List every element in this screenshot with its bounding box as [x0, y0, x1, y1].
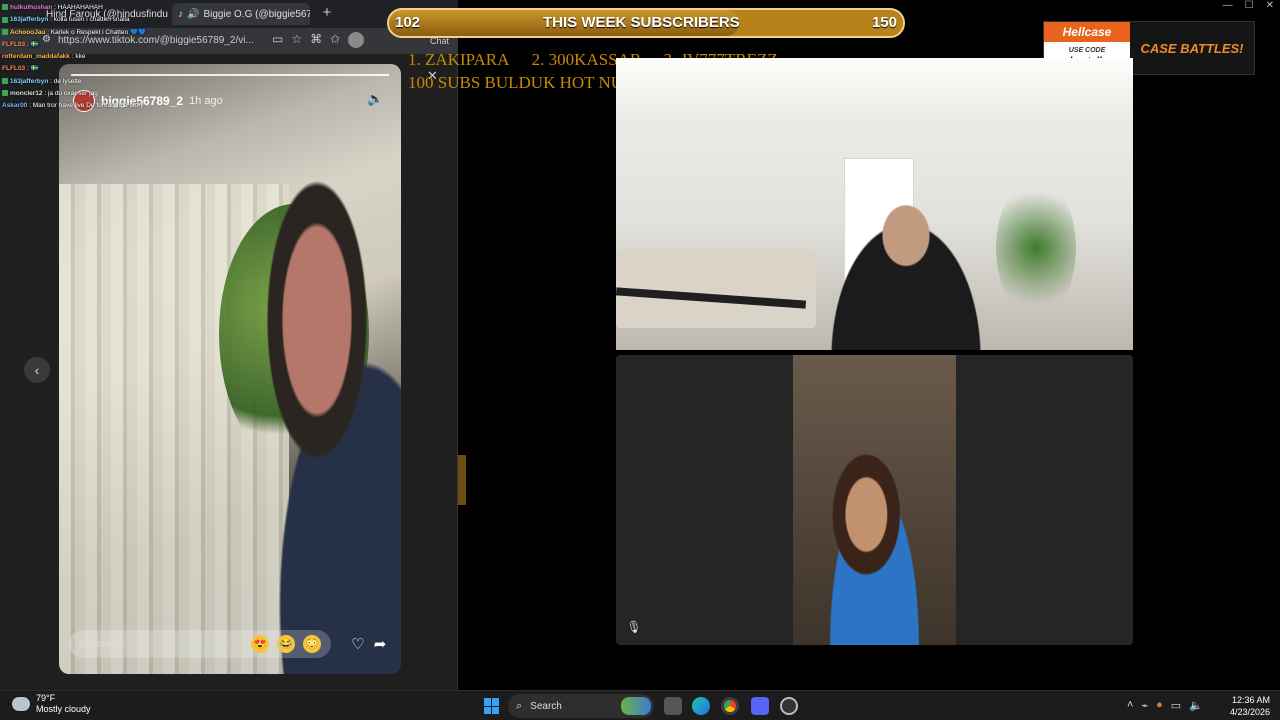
taskbar: 79°F Mostly cloudy ⌕ Search ˄ ⌁ ● ▭ 🔈 12…	[0, 690, 1280, 720]
clock-time: 12:36 AM	[1231, 695, 1270, 705]
chat-line: AchoooJau : Karlek o Respekt i Chatten 💙…	[2, 27, 192, 39]
app-icon[interactable]	[780, 697, 798, 715]
sub-badge-icon	[2, 4, 8, 11]
profile-avatar[interactable]	[348, 32, 365, 48]
share-icon[interactable]: ➦	[371, 636, 389, 654]
message-input[interactable]: Message... 😍 😂 😳	[69, 630, 331, 658]
system-tray: ˄ ⌁ ● ▭ 🔈	[1127, 699, 1203, 712]
search-icon: ⌕	[516, 699, 523, 712]
weather-temp: 79°F	[36, 693, 56, 703]
search-highlight-icon	[621, 697, 651, 715]
previous-story-button[interactable]: ‹	[24, 357, 50, 383]
discord-icon[interactable]	[751, 697, 769, 715]
top-sub-1: 1. ZAKIPARA	[408, 50, 510, 69]
weather-desc: Mostly cloudy	[36, 704, 91, 714]
streamer-webcam	[616, 58, 1133, 350]
search-label: Search	[530, 700, 562, 712]
story-age: 1h ago	[189, 95, 223, 107]
chat-line: FLFL03 : 🇸🇪	[2, 65, 39, 73]
ceiling-background	[616, 58, 1133, 128]
subscriber-goal-bar: 102 THIS WEEK SUBSCRIBERS 150	[387, 8, 905, 38]
favorites-icon[interactable]: ✩	[330, 32, 340, 48]
edge-icon[interactable]	[692, 697, 710, 715]
subs-goal: 150	[871, 14, 897, 31]
chat-line: moncler12 : ja du oxar ser jag	[2, 88, 192, 100]
flushed-emoji-icon[interactable]: 😳	[303, 635, 321, 653]
mic-icon[interactable]: ●	[1156, 699, 1163, 712]
display-icon[interactable]: ▭	[1171, 699, 1181, 712]
volume-icon[interactable]: 🔈	[1189, 699, 1203, 712]
network-icon[interactable]: ⌁	[1141, 699, 1148, 712]
cast-icon[interactable]: ▭	[272, 32, 283, 48]
chat-line: 163jafferbyn : kolla lusen i chatten snä…	[2, 14, 192, 26]
chat-tag: Chat	[430, 36, 450, 46]
tab-biggie[interactable]: ♪ 🔊 Biggie O.G (@biggie567 ✕	[172, 3, 310, 25]
chat-line: FLFL03 : 🇸🇪	[2, 40, 39, 48]
video-call-tile: 🎙	[616, 355, 1133, 645]
tray-chevron-icon[interactable]: ˄	[1127, 699, 1133, 712]
minimize-icon[interactable]: —	[1223, 0, 1233, 11]
tab-title: Biggie O.G (@biggie567	[203, 8, 310, 20]
windows-start-icon[interactable]	[484, 698, 500, 714]
plant-background	[996, 178, 1076, 318]
chat-line: 163jafferbyn : de lysette	[2, 76, 192, 88]
sound-icon[interactable]: 🔈	[367, 92, 383, 106]
chat-line: Askar00 : Man tror have live De fortfara…	[2, 102, 144, 110]
clock-date: 4/23/2026	[1229, 707, 1270, 717]
mic-muted-icon[interactable]: 🎙	[626, 619, 642, 635]
sub-badge-icon	[2, 16, 8, 23]
sub-badge-icon	[2, 90, 8, 97]
new-tab-button[interactable]: +	[318, 4, 336, 22]
story-video-person	[209, 164, 401, 674]
weather-widget[interactable]: 79°F Mostly cloudy	[12, 693, 91, 715]
bookmark-star-icon[interactable]: ☆	[291, 32, 302, 48]
chrome-icon[interactable]	[721, 697, 739, 715]
message-placeholder: Message...	[79, 638, 133, 650]
taskbar-search[interactable]: ⌕ Search	[508, 694, 654, 718]
subs-title: THIS WEEK SUBSCRIBERS	[543, 14, 740, 31]
streamer-person	[811, 188, 1001, 350]
window-controls: — ☐ ✕	[1223, 0, 1274, 11]
maximize-icon[interactable]: ☐	[1245, 0, 1254, 11]
address-bar-actions: ▭ ☆ ⌘ ✩	[272, 32, 365, 48]
clock[interactable]: 12:36 AM 4/23/2026	[1226, 694, 1270, 718]
extension-icon[interactable]: ⌘	[310, 32, 322, 48]
chat-line: rotterdam_maddafakk : kke	[2, 53, 86, 61]
stream-chat-overlay: hulkulhushan : HAAHAHAHAH 163jafferbyn :…	[2, 2, 192, 113]
task-view-icon[interactable]	[664, 697, 682, 715]
overlay-divider	[458, 455, 466, 505]
heart-eyes-emoji-icon[interactable]: 😍	[251, 635, 269, 653]
story-viewer[interactable]: biggie56789_2 1h ago 🔈 Message... 😍 😂 😳 …	[59, 64, 401, 674]
subs-current: 102	[395, 14, 421, 31]
chat-line: hulkulhushan : HAAHAHAHAH	[2, 2, 192, 14]
heart-icon[interactable]: ♡	[349, 636, 367, 654]
use-code-label: USE CODE	[1068, 47, 1106, 54]
sofa-background	[616, 248, 816, 328]
cloud-icon	[12, 697, 30, 711]
sub-badge-icon	[2, 78, 8, 85]
close-window-icon[interactable]: ✕	[1266, 0, 1274, 11]
hellcase-logo: Hellcase	[1044, 22, 1130, 42]
sponsor-cta: CASE BATTLES!	[1130, 22, 1254, 74]
laughing-emoji-icon[interactable]: 😂	[277, 635, 295, 653]
guest-video	[793, 355, 956, 645]
sub-badge-icon	[2, 28, 8, 35]
